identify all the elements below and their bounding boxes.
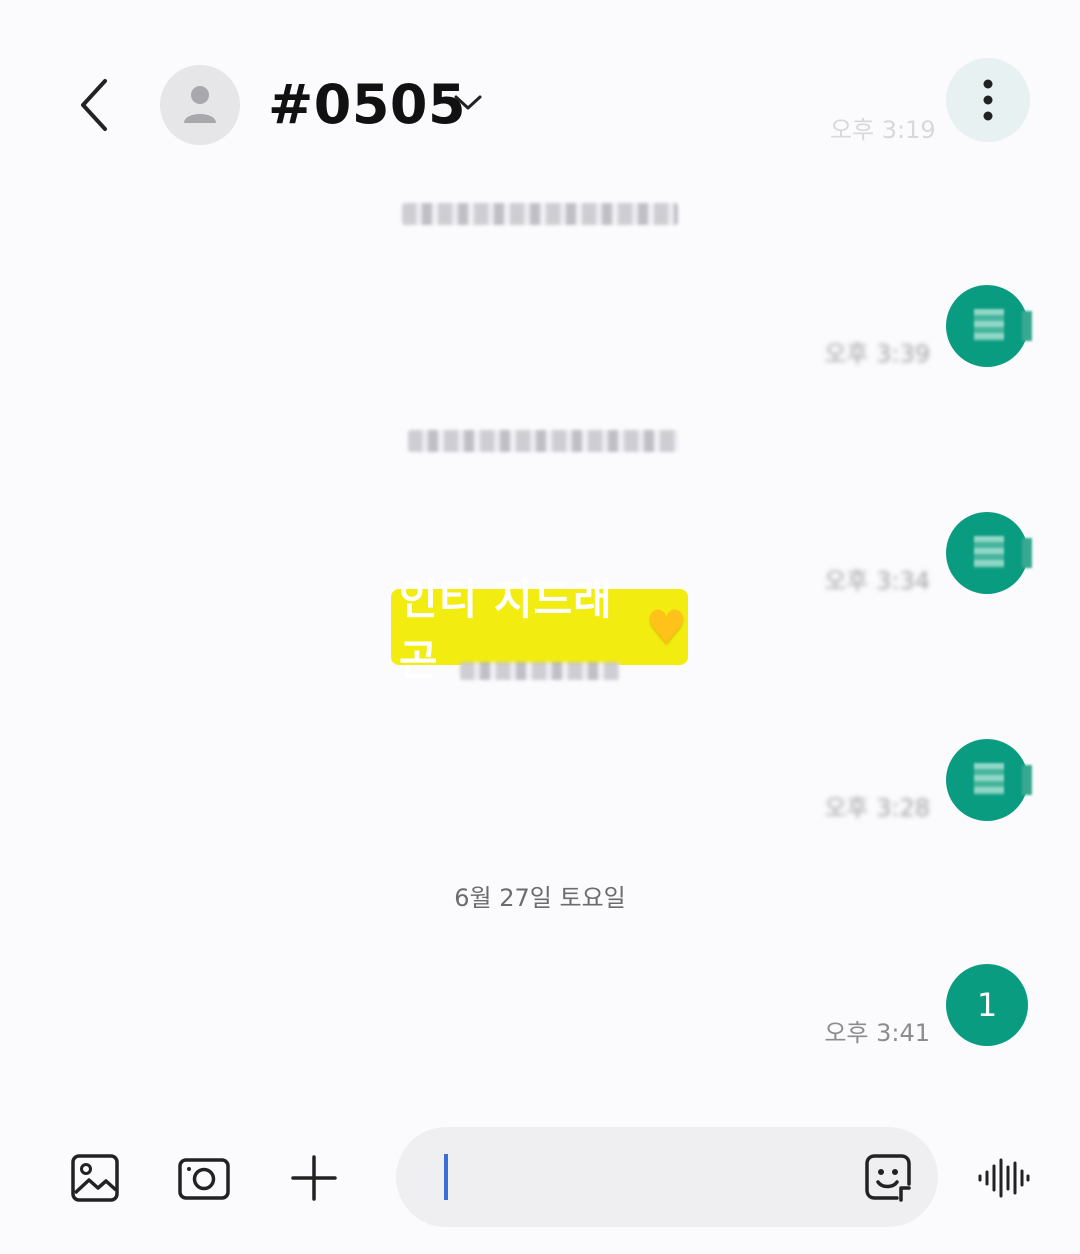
sticker-button[interactable] [862, 1151, 914, 1203]
more-options-button[interactable] [946, 58, 1030, 142]
text-caret [444, 1154, 448, 1200]
message-input[interactable] [440, 1149, 844, 1207]
sticker-icon [865, 1154, 911, 1202]
date-separator-blurred [408, 430, 678, 452]
camera-icon [178, 1158, 230, 1200]
conversation-title[interactable]: #0505 [268, 70, 466, 140]
message-row: 오후 3:41 1 [0, 964, 1080, 1054]
title-dropdown-button[interactable] [450, 85, 486, 121]
message-bubble[interactable]: 1 [946, 964, 1028, 1046]
message-time-blurred: 오후 3:34 [824, 567, 930, 595]
message-row: 오후 3:39 [0, 285, 1080, 375]
voice-wave-icon [978, 1158, 1030, 1198]
chevron-left-icon [81, 79, 107, 131]
message-row: 오후 3:28 [0, 739, 1080, 829]
image-icon [71, 1154, 119, 1202]
message-time: 오후 3:41 [824, 1019, 930, 1047]
chat-screen: #0505 오후 3:19 오후 3:39 오후 3:34 인티 지드래곤 ♥ 오… [0, 0, 1080, 1254]
message-input-container[interactable] [396, 1127, 938, 1227]
camera-button[interactable] [176, 1150, 232, 1206]
message-bubble[interactable] [946, 285, 1028, 367]
date-separator-blurred [460, 662, 620, 680]
yellow-heart-icon: ♥ [645, 600, 688, 654]
message-time-blurred: 오후 3:39 [824, 340, 930, 368]
chevron-down-icon [454, 95, 482, 110]
message-time-blurred: 오후 3:28 [824, 794, 930, 822]
message-bubble[interactable] [946, 512, 1028, 594]
back-button[interactable] [62, 70, 126, 140]
voice-record-button[interactable] [976, 1150, 1032, 1206]
plus-icon [291, 1155, 337, 1201]
gallery-button[interactable] [67, 1150, 123, 1206]
date-separator-blurred [402, 203, 678, 225]
contact-avatar[interactable] [160, 65, 240, 145]
header-time-hint: 오후 3:19 [830, 116, 936, 144]
message-bubble[interactable] [946, 739, 1028, 821]
highlight-sticker: 인티 지드래곤 ♥ [391, 575, 688, 685]
date-separator: 6월 27일 토요일 [454, 884, 626, 912]
more-vertical-icon [983, 79, 993, 121]
person-icon [184, 86, 216, 123]
add-attachment-button[interactable] [286, 1150, 342, 1206]
